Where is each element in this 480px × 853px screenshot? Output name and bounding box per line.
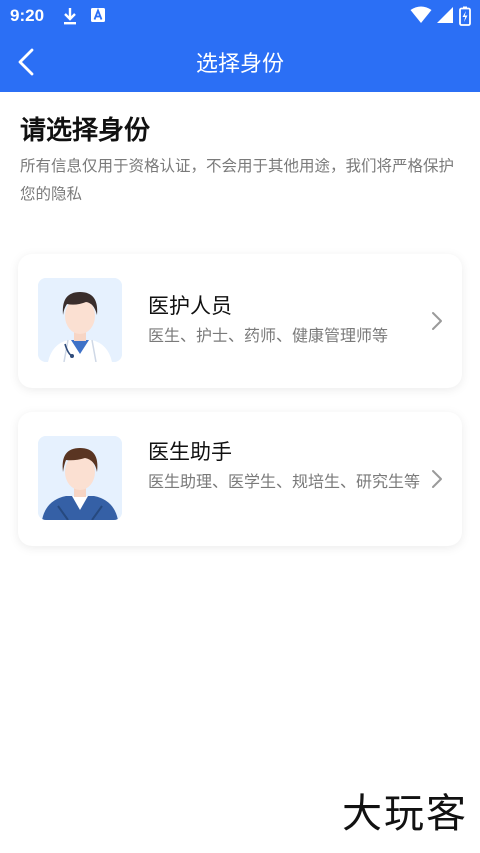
a-app-icon [91,8,105,22]
identity-card-doctor-assistant[interactable]: 医生助手 医生助理、医学生、规培生、研究生等 [18,412,462,546]
battery-charging-icon [459,6,471,26]
identity-card-medical-staff[interactable]: 医护人员 医生、护士、药师、健康管理师等 [18,254,462,388]
identity-title: 医生助手 [148,440,232,464]
status-time: 9:20 [10,6,45,25]
chevron-right-icon [432,312,442,330]
watermark-text: 大玩客 [342,791,468,837]
identity-subtitle: 医生助理、医学生、规培生、研究生等 [148,472,421,491]
main-content: 请选择身份 所有信息仅用于资格认证，不会用于其他用途，我们将严格保护您的隐私 医… [0,92,480,853]
app-bar: 选择身份 [0,32,480,92]
doctor-avatar-icon [38,278,122,362]
identity-title: 医护人员 [148,294,232,318]
wifi-icon [410,6,432,23]
chevron-right-icon [432,470,442,488]
section-heading: 请选择身份 [20,116,151,146]
download-icon [64,8,76,25]
assistant-avatar-icon [38,436,122,520]
privacy-description: 所有信息仅用于资格认证，不会用于其他用途，我们将严格保护您的隐私 [20,157,455,203]
status-bar: 9:20 [0,0,480,32]
page-title: 选择身份 [195,52,284,77]
identity-subtitle: 医生、护士、药师、健康管理师等 [148,326,389,345]
cell-signal-icon [437,7,453,23]
